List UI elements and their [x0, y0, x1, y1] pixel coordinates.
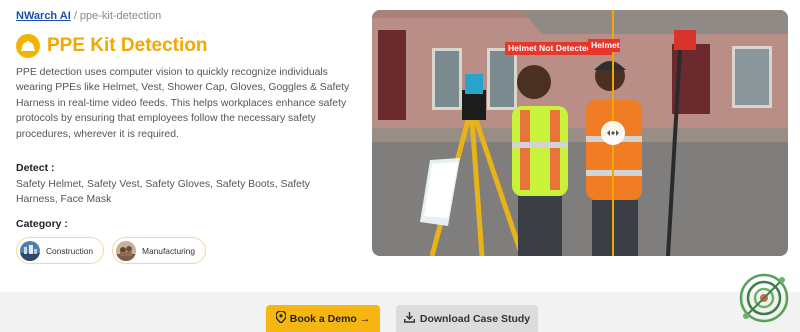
hero-comparison-image: Helmet Not Detected Helmet — [372, 10, 788, 256]
category-chip-label: Construction — [46, 245, 94, 256]
download-case-study-button[interactable]: Download Case Study — [396, 305, 538, 332]
category-chips: Construction Manufacturing — [16, 237, 207, 264]
category-chip-construction[interactable]: Construction — [16, 237, 105, 264]
category-chip-manufacturing[interactable]: Manufacturing — [112, 237, 207, 264]
safety-helmet-icon — [16, 34, 40, 58]
page-description: PPE detection uses computer vision to qu… — [16, 67, 350, 140]
download-icon — [403, 311, 415, 326]
floating-chat-logo-icon[interactable] — [738, 272, 790, 324]
drag-arrows-icon — [607, 130, 619, 136]
page-title: PPE Kit Detection — [47, 35, 208, 56]
breadcrumb-home-link[interactable]: NWarch AI — [16, 10, 71, 22]
title-row: PPE Kit Detection — [16, 34, 207, 58]
book-demo-button[interactable]: Book a Demo → — [266, 305, 380, 332]
breadcrumb-separator: / — [73, 10, 77, 22]
detection-label-helmet: Helmet — [588, 39, 620, 52]
breadcrumb-current: ppe-kit-detection — [79, 10, 162, 22]
manufacturing-thumbnail-icon — [116, 240, 137, 261]
location-pin-icon — [275, 310, 287, 326]
detect-list: Safety Helmet, Safety Vest, Safety Glove… — [16, 179, 310, 206]
book-demo-label: Book a Demo → — [289, 312, 371, 325]
download-case-study-label: Download Case Study — [419, 312, 531, 325]
category-heading: Category : — [16, 218, 68, 230]
comparison-slider-handle[interactable] — [601, 121, 625, 145]
detect-heading: Detect : — [16, 162, 55, 174]
category-chip-label: Manufacturing — [142, 245, 196, 256]
construction-thumbnail-icon — [20, 240, 40, 261]
breadcrumb: NWarch AI / ppe-kit-detection — [16, 10, 161, 22]
